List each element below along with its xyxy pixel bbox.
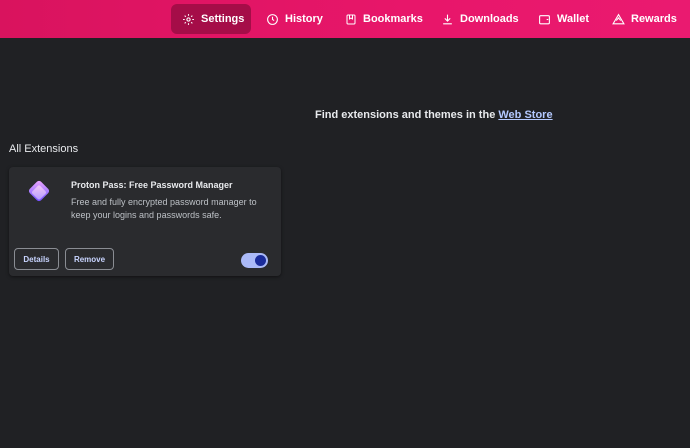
extension-name: Proton Pass: Free Password Manager xyxy=(71,180,233,190)
web-store-message: Find extensions and themes in the Web St… xyxy=(315,109,553,121)
nav-wallet[interactable]: Wallet xyxy=(538,4,589,34)
nav-settings[interactable]: Settings xyxy=(171,4,251,34)
download-icon xyxy=(441,13,454,26)
gear-icon xyxy=(182,13,195,26)
extension-description: Free and fully encrypted password manage… xyxy=(71,197,257,220)
wallet-icon xyxy=(538,13,551,26)
nav-downloads[interactable]: Downloads xyxy=(441,4,519,34)
nav-rewards-label: Rewards xyxy=(631,13,677,25)
rewards-icon xyxy=(612,13,625,26)
extension-enable-toggle[interactable] xyxy=(241,253,268,268)
bookmark-icon xyxy=(345,13,357,26)
nav-wallet-label: Wallet xyxy=(557,13,589,25)
nav-bookmarks[interactable]: Bookmarks xyxy=(345,4,423,34)
history-icon xyxy=(266,13,279,26)
nav-history-label: History xyxy=(285,13,323,25)
details-button[interactable]: Details xyxy=(14,248,59,270)
extension-card: Proton Pass: Free Password Manager Free … xyxy=(9,167,281,276)
web-store-link[interactable]: Web Store xyxy=(498,109,552,121)
web-store-message-prefix: Find extensions and themes in the xyxy=(315,109,496,121)
proton-pass-icon xyxy=(26,180,52,211)
nav-rewards[interactable]: Rewards xyxy=(612,4,677,34)
nav-bookmarks-label: Bookmarks xyxy=(363,13,423,25)
remove-button[interactable]: Remove xyxy=(65,248,114,270)
nav-downloads-label: Downloads xyxy=(460,13,519,25)
section-title: All Extensions xyxy=(9,143,79,155)
nav-settings-label: Settings xyxy=(201,13,245,25)
top-navigation-bar: Settings History Bookmarks Downloads Wal… xyxy=(0,0,690,38)
toggle-knob xyxy=(255,255,266,266)
nav-history[interactable]: History xyxy=(266,4,323,34)
